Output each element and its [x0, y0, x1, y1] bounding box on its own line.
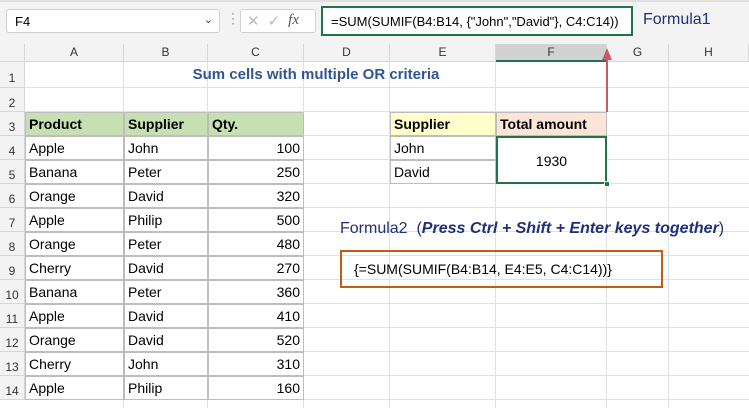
criteria-header-supplier[interactable]: Supplier	[390, 112, 496, 136]
table-cell[interactable]: John	[124, 352, 208, 376]
fx-icon[interactable]: fx	[288, 12, 299, 30]
table-cell[interactable]: Cherry	[25, 256, 124, 280]
paren: )	[718, 220, 725, 237]
row-header-14[interactable]: 14	[0, 376, 25, 400]
table-header-cell[interactable]: Product	[25, 112, 124, 136]
row-header-8[interactable]: 8	[0, 232, 25, 256]
row-header-4[interactable]: 4	[0, 136, 25, 160]
formula1-label: Formula1	[643, 11, 711, 28]
row-header-12[interactable]: 12	[0, 328, 25, 352]
table-cell[interactable]: 480	[208, 232, 304, 256]
criteria-supplier-cell[interactable]: John	[390, 136, 496, 160]
table-cell[interactable]: Apple	[25, 136, 124, 160]
table-cell[interactable]: Apple	[25, 208, 124, 232]
criteria-header-total[interactable]: Total amount	[496, 112, 607, 136]
table-header-cell[interactable]: Supplier	[124, 112, 208, 136]
table-cell[interactable]: 520	[208, 328, 304, 352]
table-cell[interactable]: John	[124, 136, 208, 160]
more-icon: ⋮	[226, 10, 240, 26]
row-header-9[interactable]: 9	[0, 256, 25, 280]
row-header-1[interactable]: 1	[0, 62, 25, 88]
table-cell[interactable]: 100	[208, 136, 304, 160]
table-cell[interactable]: David	[124, 328, 208, 352]
formula2-name: Formula2	[340, 220, 408, 237]
table-cell[interactable]: Cherry	[25, 352, 124, 376]
table-cell[interactable]: Peter	[124, 160, 208, 184]
table-cell[interactable]: 360	[208, 280, 304, 304]
table-cell[interactable]: David	[124, 256, 208, 280]
row-header-10[interactable]: 10	[0, 280, 25, 304]
formula-input[interactable]: =SUM(SUMIF(B4:B14, {"John","David"}, C4:…	[321, 6, 633, 36]
table-cell[interactable]: 310	[208, 352, 304, 376]
column-header-B[interactable]: B	[124, 44, 208, 62]
check-icon[interactable]: ✓	[268, 12, 281, 30]
criteria-supplier-cell[interactable]: David	[390, 160, 496, 184]
table-cell[interactable]: 270	[208, 256, 304, 280]
name-box[interactable]: F4 ⌄	[6, 9, 220, 33]
row-header-11[interactable]: 11	[0, 304, 25, 328]
column-header-D[interactable]: D	[304, 44, 390, 62]
row-header-2[interactable]: 2	[0, 88, 25, 112]
formula2-note: Press Ctrl + Shift + Enter keys together	[421, 220, 719, 237]
row-header-13[interactable]: 13	[0, 352, 25, 376]
table-cell[interactable]: 160	[208, 376, 304, 400]
row-header-6[interactable]: 6	[0, 184, 25, 208]
table-cell[interactable]: Philip	[124, 376, 208, 400]
table-cell[interactable]: Philip	[124, 208, 208, 232]
table-cell[interactable]: Orange	[25, 184, 124, 208]
formula2-label: Formula2 (Press Ctrl + Shift + Enter key…	[340, 220, 724, 238]
row-header-3[interactable]: 3	[0, 112, 25, 136]
chevron-down-icon[interactable]: ⌄	[204, 13, 213, 26]
table-cell[interactable]: Apple	[25, 304, 124, 328]
row-header-7[interactable]: 7	[0, 208, 25, 232]
table-cell[interactable]: 410	[208, 304, 304, 328]
column-header-F[interactable]: F	[496, 44, 607, 62]
arrow-icon	[602, 48, 612, 112]
table-cell[interactable]: Peter	[124, 280, 208, 304]
column-header-C[interactable]: C	[208, 44, 304, 62]
fill-handle[interactable]	[604, 181, 610, 187]
formula-buttons: ✕ ✓ fx	[240, 9, 316, 33]
name-box-value: F4	[15, 14, 31, 29]
table-cell[interactable]: Peter	[124, 232, 208, 256]
cancel-icon[interactable]: ✕	[247, 12, 260, 30]
table-cell[interactable]: Banana	[25, 160, 124, 184]
table-header-cell[interactable]: Qty.	[208, 112, 304, 136]
table-cell[interactable]: Banana	[25, 280, 124, 304]
table-cell[interactable]: Apple	[25, 376, 124, 400]
row-header-5[interactable]: 5	[0, 160, 25, 184]
table-cell[interactable]: David	[124, 184, 208, 208]
table-cell[interactable]: 320	[208, 184, 304, 208]
table-cell[interactable]: Orange	[25, 328, 124, 352]
table-cell[interactable]: 500	[208, 208, 304, 232]
total-amount-cell[interactable]: 1930	[496, 136, 607, 184]
table-cell[interactable]: Orange	[25, 232, 124, 256]
table-cell[interactable]: 250	[208, 160, 304, 184]
column-header-A[interactable]: A	[25, 44, 124, 62]
column-header-H[interactable]: H	[669, 44, 749, 62]
formula2-box: {=SUM(SUMIF(B4:B14, E4:E5, C4:C14))}	[340, 250, 663, 288]
table-cell[interactable]: David	[124, 304, 208, 328]
sheet-title: Sum cells with multiple OR criteria	[192, 66, 440, 83]
column-header-E[interactable]: E	[390, 44, 496, 62]
select-all-button[interactable]	[0, 44, 25, 62]
